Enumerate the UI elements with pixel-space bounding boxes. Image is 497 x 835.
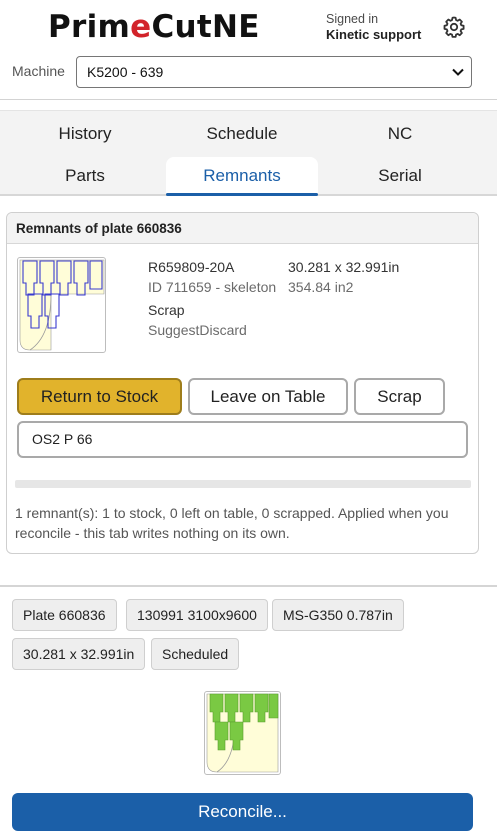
remnants-card-title: Remnants of plate 660836 bbox=[7, 213, 478, 244]
app-page: PrimeCutNE Signed in Kinetic support Mac… bbox=[0, 0, 497, 835]
remnant-part-number: R659809-20A bbox=[148, 259, 235, 275]
return-to-stock-button[interactable]: Return to Stock bbox=[17, 378, 182, 415]
size-chip: 30.281 x 32.991in bbox=[12, 638, 146, 670]
plate-info-panel: Plate 660836 130991 3100x9600 MS-G350 0.… bbox=[0, 585, 497, 835]
remnant-thumbnail bbox=[17, 257, 106, 353]
remnant-suggestion: SuggestDiscard bbox=[148, 322, 247, 338]
machine-select[interactable]: K5200 - 639 bbox=[76, 56, 472, 88]
signed-in-info: Signed in Kinetic support bbox=[326, 12, 421, 42]
app-header: PrimeCutNE Signed in Kinetic support Mac… bbox=[0, 0, 497, 100]
status-chip: Scheduled bbox=[151, 638, 240, 670]
plate-thumbnail bbox=[204, 691, 281, 775]
machine-label: Machine bbox=[12, 63, 65, 79]
app-logo: PrimeCutNE bbox=[48, 9, 260, 45]
material-chip: MS-G350 0.787in bbox=[272, 599, 404, 631]
gear-icon[interactable] bbox=[442, 15, 466, 39]
tab-remnants[interactable]: Remnants bbox=[166, 157, 318, 196]
stock-chip: 130991 3100x9600 bbox=[126, 599, 268, 631]
machine-selected-value: K5200 - 639 bbox=[87, 64, 164, 80]
remnant-size: 30.281 x 32.991in bbox=[288, 259, 400, 275]
remnant-area: 354.84 in2 bbox=[288, 279, 354, 295]
tab-bar: History Schedule NC Parts Remnants Seria… bbox=[0, 110, 497, 196]
plate-chip: Plate 660836 bbox=[12, 599, 117, 631]
location-input[interactable]: OS2 P 66 bbox=[17, 421, 468, 458]
scrap-button[interactable]: Scrap bbox=[354, 378, 445, 415]
tab-parts[interactable]: Parts bbox=[9, 157, 161, 195]
tab-serial[interactable]: Serial bbox=[324, 157, 476, 195]
signed-in-label: Signed in bbox=[326, 12, 379, 26]
remnants-card: Remnants of plate 660836 R659809-20A 30.… bbox=[6, 212, 479, 554]
user-name: Kinetic support bbox=[326, 27, 422, 42]
reconcile-button[interactable]: Reconcile... bbox=[12, 793, 473, 831]
remnant-id: ID 711659 - skeleton bbox=[148, 279, 277, 295]
remnant-summary: 1 remnant(s): 1 to stock, 0 left on tabl… bbox=[15, 505, 449, 541]
leave-on-table-button[interactable]: Leave on Table bbox=[188, 378, 348, 415]
tab-history[interactable]: History bbox=[9, 115, 161, 153]
chevron-down-icon bbox=[452, 68, 464, 76]
progress-bar bbox=[15, 480, 471, 488]
remnant-status: Scrap bbox=[148, 302, 185, 318]
tab-schedule[interactable]: Schedule bbox=[166, 115, 318, 153]
tab-nc[interactable]: NC bbox=[324, 115, 476, 153]
